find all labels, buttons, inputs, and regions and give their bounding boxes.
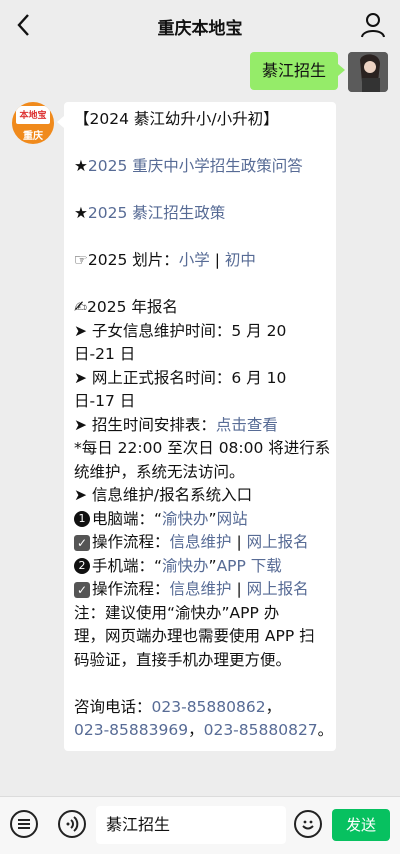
chat-title: 重庆本地宝 — [157, 19, 243, 39]
message-input[interactable]: 綦江招生 — [96, 806, 286, 844]
sent-message-bubble[interactable]: 綦江招生 — [250, 52, 345, 90]
message-text: 。 — [317, 721, 334, 739]
message-text: ” — [208, 509, 217, 528]
top-bar: 重庆本地宝 — [0, 0, 400, 52]
bot-avatar[interactable]: 本地宝 重庆 — [12, 102, 54, 144]
number-badge: 1 — [74, 511, 90, 527]
message-line: 注：建议使用“渝快办”APP 办 — [74, 602, 332, 626]
message-text: 咨询电话： — [74, 697, 152, 716]
message-text: ★ — [74, 157, 88, 175]
message-link[interactable]: 初中 — [225, 251, 256, 269]
message-link[interactable]: 网上报名 — [247, 533, 309, 551]
message-text: 日-17 日 — [74, 392, 136, 410]
message-text: *每日 22:00 至次日 08:00 将进行系 — [74, 439, 331, 457]
message-link[interactable]: 信息维护 — [170, 533, 232, 551]
message-line: ✓ 操作流程：信息维护 | 网上报名 — [74, 531, 332, 555]
voice-input-icon[interactable] — [58, 810, 86, 838]
message-link[interactable]: 渝快办 — [162, 557, 209, 575]
message-text: ➤ 信息维护/报名系统入口 — [74, 486, 253, 504]
message-text: 电脑端：“ — [92, 509, 163, 528]
checkbox-icon: ✓ — [74, 534, 90, 551]
message-text: | — [209, 251, 225, 269]
message-text: 操作流程： — [92, 580, 170, 598]
message-link[interactable]: 023-85880827 — [204, 721, 318, 739]
message-link[interactable]: 023-85883969 — [74, 721, 188, 739]
message-text: 手机端：“ — [92, 556, 163, 575]
message-text: ➤ 网上正式报名时间：6 月 10 — [74, 368, 287, 387]
message-text: ” — [208, 556, 217, 575]
chat-area[interactable]: 綦江招生 本地宝 重庆 【2024 綦江幼升小/小升初】 ★2025 重庆中小学招… — [0, 52, 400, 796]
message-line: ★2025 綦江招生政策 — [74, 202, 332, 226]
message-link[interactable]: 2025 綦江招生政策 — [88, 204, 225, 222]
message-link[interactable]: 023-85880862 — [152, 698, 266, 716]
message-text: ★ — [74, 204, 88, 222]
message-text: ， — [188, 721, 204, 739]
message-text: 统维护，系统无法访问。 — [74, 462, 245, 481]
bot-logo-text: 本地宝 — [19, 111, 47, 121]
menu-list-icon[interactable] — [10, 810, 38, 838]
message-link[interactable]: 网上报名 — [247, 580, 309, 598]
message-line: 2 手机端：“渝快办”APP 下载 — [74, 555, 332, 579]
message-line: ✓ 操作流程：信息维护 | 网上报名 — [74, 578, 332, 602]
number-badge: 2 — [74, 558, 90, 574]
message-text: | — [231, 533, 247, 551]
emoji-icon[interactable] — [294, 810, 322, 838]
message-text: ➤ 子女信息维护时间：5 月 20 — [74, 321, 287, 340]
message-link[interactable]: 小学 — [179, 251, 210, 269]
message-text: ➤ 招生时间安排表： — [74, 415, 216, 434]
message-line: ➤ 信息维护/报名系统入口 — [74, 484, 332, 508]
input-bar: 綦江招生 发送 — [0, 796, 400, 854]
message-line: ➤ 招生时间安排表：点击查看 — [74, 414, 332, 438]
message-text: | — [231, 580, 247, 598]
message-text: 【2024 綦江幼升小/小升初】 — [74, 110, 279, 128]
message-text: 操作流程： — [92, 533, 170, 551]
message-link[interactable]: 2025 重庆中小学招生政策问答 — [88, 157, 303, 175]
message-line: *每日 22:00 至次日 08:00 将进行系 — [74, 437, 332, 461]
message-link[interactable]: 信息维护 — [170, 580, 232, 598]
message-text: 码验证，直接手机办理更方便。 — [74, 650, 292, 669]
my-avatar[interactable] — [348, 52, 388, 92]
message-link[interactable]: APP 下载 — [217, 557, 282, 575]
checkbox-icon: ✓ — [74, 581, 90, 598]
bot-city-text: 重庆 — [23, 131, 43, 142]
message-line: ☞2025 划片：小学 | 初中 — [74, 249, 332, 273]
message-line: 咨询电话：023-85880862， — [74, 696, 332, 720]
message-text: 日-21 日 — [74, 345, 136, 363]
message-line: 日-17 日 — [74, 390, 332, 414]
message-line: 理，网页端办理也需要使用 APP 扫 — [74, 625, 332, 649]
user-profile-icon[interactable] — [358, 10, 388, 40]
message-line: ➤ 子女信息维护时间：5 月 20 — [74, 320, 332, 344]
message-link[interactable]: 网站 — [217, 510, 248, 528]
message-text: ， — [265, 697, 282, 716]
message-text: 注：建议使用“渝快办”APP 办 — [74, 603, 280, 622]
message-text: ☞2025 划片： — [74, 251, 179, 269]
send-button[interactable]: 发送 — [332, 809, 390, 841]
message-line: 日-21 日 — [74, 343, 332, 367]
message-line: 023-85883969，023-85880827。 — [74, 719, 334, 743]
received-message-bubble: 【2024 綦江幼升小/小升初】 ★2025 重庆中小学招生政策问答 ★2025 綦… — [57, 102, 336, 751]
message-link[interactable]: 渝快办 — [162, 510, 209, 528]
message-link[interactable]: 点击查看 — [216, 416, 278, 434]
message-text: 理，网页端办理也需要使用 APP 扫 — [74, 627, 315, 645]
message-line: ➤ 网上正式报名时间：6 月 10 — [74, 367, 332, 391]
message-line: ✍2025 年报名 — [74, 296, 332, 320]
message-line: ★2025 重庆中小学招生政策问答 — [74, 155, 332, 179]
message-line: 统维护，系统无法访问。 — [74, 461, 332, 485]
message-line: 码验证，直接手机办理更方便。 — [74, 649, 332, 673]
message-text: ✍2025 年报名 — [74, 298, 178, 316]
message-line: 1 电脑端：“渝快办”网站 — [74, 508, 332, 532]
message-line: 【2024 綦江幼升小/小升初】 — [74, 108, 332, 132]
